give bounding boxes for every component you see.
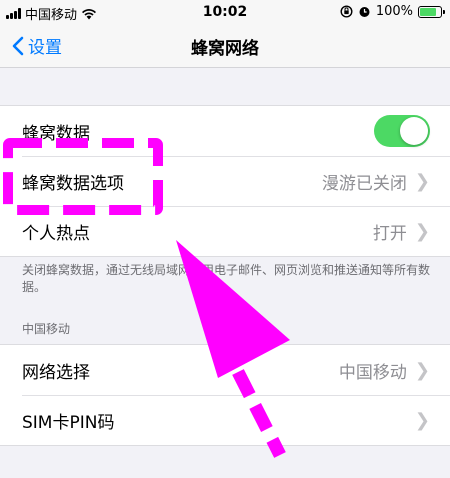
cellular-data-row: 蜂窝数据 xyxy=(0,106,450,156)
cellular-data-label: 蜂窝数据 xyxy=(22,123,90,144)
carrier-section-header: 中国移动 xyxy=(22,322,71,336)
chevron-right-icon: ❯ xyxy=(414,409,430,431)
hotspot-status-value: 打开 xyxy=(372,223,407,244)
personal-hotspot-row[interactable]: 个人热点 打开 ❯ xyxy=(0,206,450,256)
roaming-status-value: 漫游已关闭 xyxy=(321,173,407,194)
page-title: 蜂窝网络 xyxy=(191,39,259,59)
cellular-data-options-row[interactable]: 蜂窝数据选项 漫游已关闭 ❯ xyxy=(0,156,450,206)
orientation-lock-icon xyxy=(340,5,353,18)
cellular-data-footer-note: 关闭蜂窝数据，通过无线局域网使用电子邮件、网页浏览和推送通知等所有数据。 xyxy=(22,263,431,294)
chevron-right-icon: ❯ xyxy=(414,359,430,381)
battery-icon xyxy=(418,5,445,18)
network-selection-row[interactable]: 网络选择 中国移动 ❯ xyxy=(0,345,450,395)
network-selection-label: 网络选择 xyxy=(22,362,90,383)
status-bar: 中国移动 10:02 100% xyxy=(0,0,450,24)
personal-hotspot-label: 个人热点 xyxy=(22,223,90,244)
cellular-data-options-label: 蜂窝数据选项 xyxy=(22,173,124,194)
battery-percent: 100% xyxy=(375,4,413,19)
toggle-knob xyxy=(400,117,428,145)
status-right: 100% xyxy=(340,4,445,19)
chevron-right-icon: ❯ xyxy=(414,170,430,192)
sim-pin-row[interactable]: SIM卡PIN码 ❯ xyxy=(0,395,450,445)
navigation-bar: 设置 蜂窝网络 xyxy=(0,24,450,68)
alarm-icon xyxy=(359,7,370,17)
cellular-data-toggle[interactable] xyxy=(374,115,430,147)
sim-pin-label: SIM卡PIN码 xyxy=(22,412,115,433)
carrier-settings-group: 网络选择 中国移动 ❯ SIM卡PIN码 ❯ xyxy=(0,344,450,446)
cellular-settings-group: 蜂窝数据 蜂窝数据选项 漫游已关闭 ❯ 个人热点 打开 ❯ xyxy=(0,105,450,257)
network-selection-value: 中国移动 xyxy=(338,362,407,383)
chevron-right-icon: ❯ xyxy=(414,220,430,242)
